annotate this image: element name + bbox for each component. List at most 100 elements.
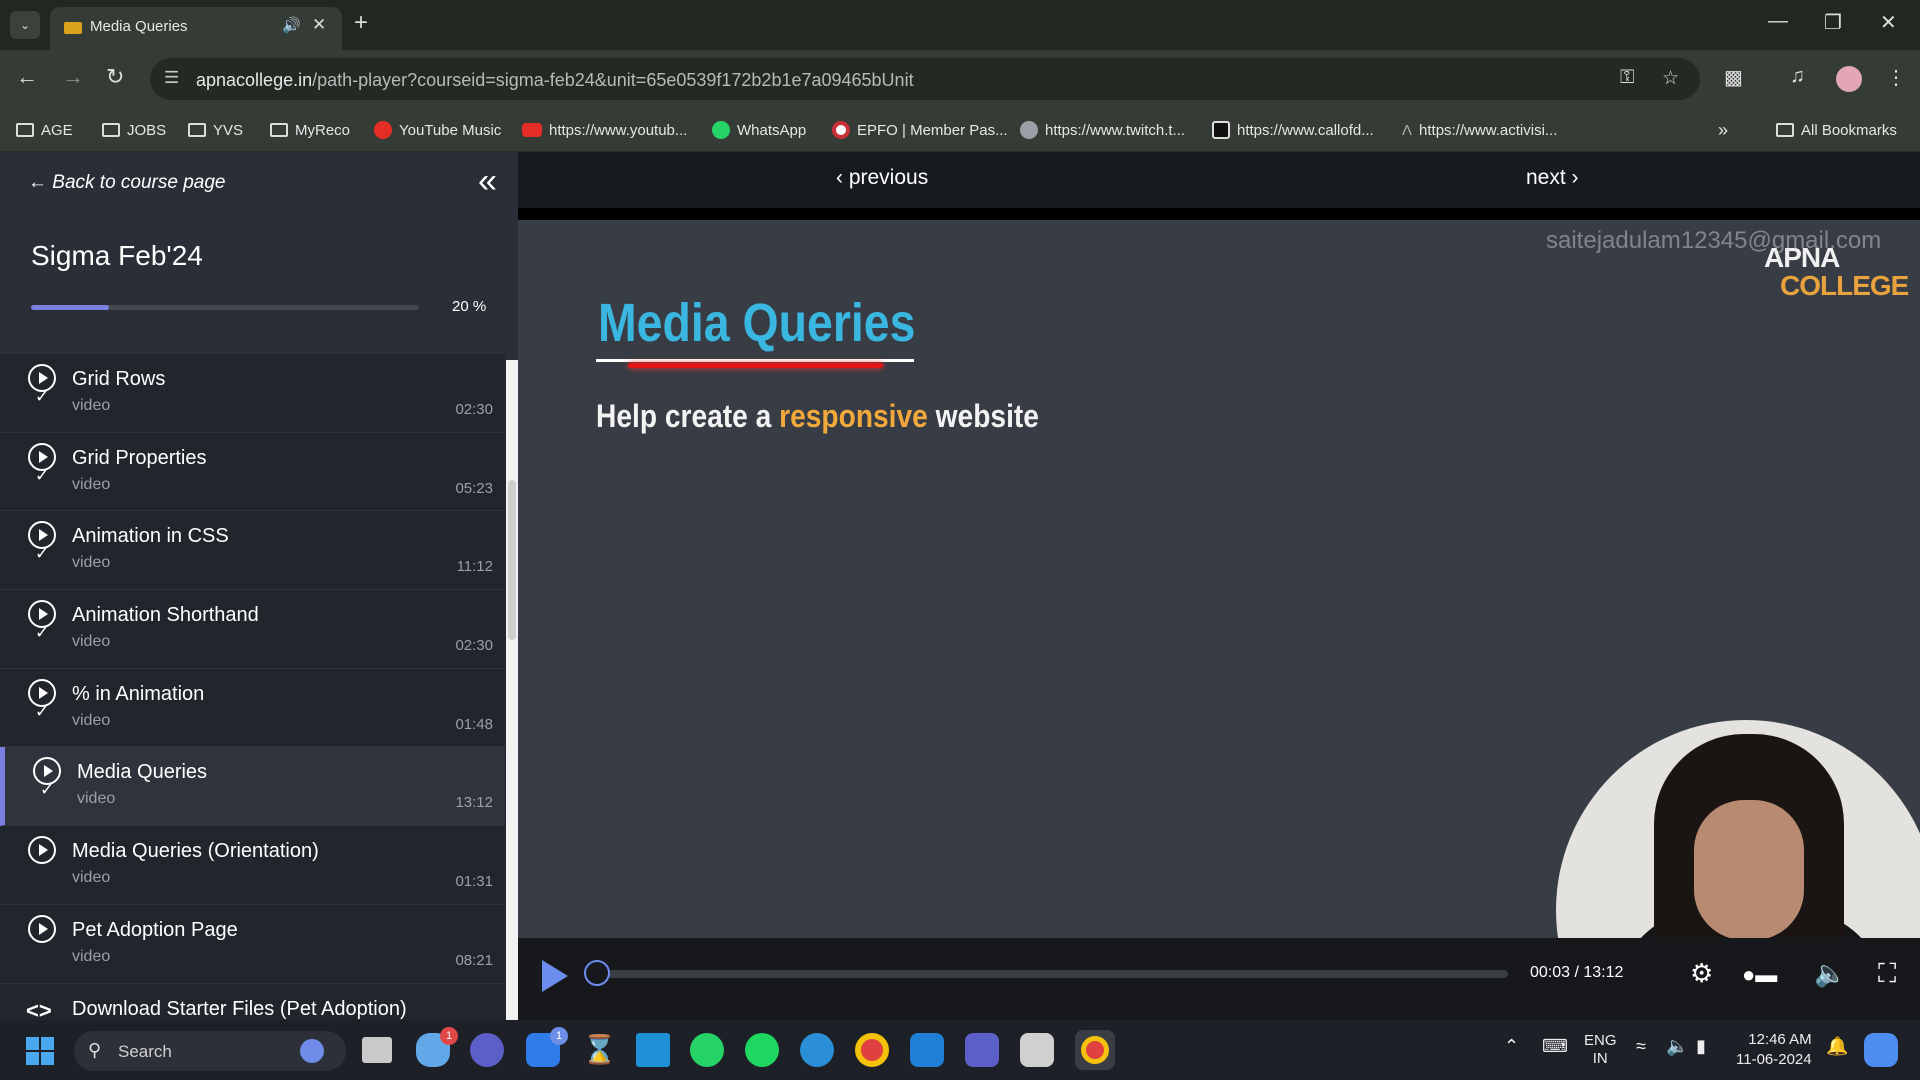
more-bookmarks-chevron-icon[interactable]: » — [1718, 108, 1728, 152]
tab-strip: ⌄ Media Queries 🔊 ✕ + — ❐ ✕ — [0, 0, 1920, 50]
lesson-type: video — [77, 790, 116, 808]
onedrive-icon[interactable]: 1 — [416, 1027, 458, 1067]
keyboard-icon[interactable]: ⌨ — [1542, 1036, 1568, 1057]
sidebar-scrollbar[interactable] — [506, 360, 518, 1020]
lesson-title: Animation Shorthand — [72, 604, 259, 627]
lesson-item[interactable]: ✓ Grid Properties video 05:23 — [0, 432, 505, 512]
check-icon: ✓ — [40, 780, 55, 800]
lesson-item[interactable]: Pet Adoption Page video 08:21 — [0, 904, 505, 984]
copilot-icon[interactable] — [1864, 1033, 1898, 1067]
file-explorer-icon[interactable] — [362, 1037, 392, 1063]
hourglass-icon[interactable]: ⌛ — [582, 1033, 617, 1067]
play-icon[interactable] — [542, 960, 568, 992]
video-frame[interactable]: saitejadulam12345@gmail.com APNA COLLEGE… — [518, 220, 1920, 938]
snipping-tool-icon[interactable] — [1020, 1033, 1054, 1067]
bookmark-star-icon[interactable]: ☆ — [1662, 67, 1679, 90]
lesson-title: Media Queries (Orientation) — [72, 840, 319, 863]
extensions-icon[interactable]: ▩ — [1724, 65, 1743, 90]
taskbar-search[interactable]: ⚲ Search — [74, 1031, 346, 1071]
restore-button[interactable]: ❐ — [1824, 10, 1842, 35]
seek-bar[interactable] — [596, 970, 1508, 978]
url-text[interactable]: apnacollege.in/path-player?courseid=sigm… — [196, 70, 914, 91]
site-info-icon[interactable]: ☰ — [164, 68, 179, 88]
lesson-item[interactable]: ✓ Animation Shorthand video 02:30 — [0, 590, 505, 669]
forward-button[interactable]: → — [62, 64, 84, 90]
new-tab-button[interactable]: + — [354, 9, 368, 37]
arrow-left-icon: ← — [28, 172, 53, 193]
bookmark-whatsapp[interactable]: WhatsApp — [712, 108, 806, 152]
speaker-icon[interactable]: 🔈 — [1666, 1036, 1688, 1057]
check-icon: ✓ — [35, 701, 50, 721]
lesson-nav: ‹ previous next › — [518, 152, 1920, 208]
tab-media-queries[interactable]: Media Queries 🔊 ✕ — [50, 7, 342, 50]
next-button[interactable]: next › — [1526, 166, 1579, 190]
discord-icon[interactable] — [470, 1033, 504, 1067]
settings-gear-icon[interactable]: ⚙ — [1690, 958, 1713, 989]
back-to-course-link[interactable]: ← Back to course page — [28, 172, 226, 194]
epfo-icon — [832, 121, 850, 139]
teams-icon[interactable] — [965, 1033, 999, 1067]
apna-college-logo-line2: COLLEGE — [1780, 270, 1909, 301]
notification-bell-icon[interactable]: 🔔 — [1826, 1036, 1848, 1057]
minimize-button[interactable]: — — [1768, 10, 1788, 33]
seek-knob[interactable] — [584, 960, 610, 986]
tab-search-menu-button[interactable]: ⌄ — [10, 11, 40, 39]
tray-chevron-icon[interactable]: ⌃ — [1504, 1036, 1519, 1057]
bookmark-yvs[interactable]: YVS — [188, 108, 243, 152]
all-bookmarks[interactable]: All Bookmarks — [1776, 108, 1897, 152]
remote-desktop-icon[interactable] — [636, 1033, 670, 1067]
lesson-item[interactable]: Media Queries (Orientation) video 01:31 — [0, 826, 505, 905]
edge-icon[interactable] — [800, 1033, 834, 1067]
whatsapp-taskbar-icon[interactable] — [690, 1033, 724, 1067]
wifi-icon[interactable]: ≈ — [1636, 1036, 1646, 1057]
bookmark-activision[interactable]: Λhttps://www.activisi... — [1402, 108, 1557, 152]
battery-icon[interactable]: ▮ — [1696, 1036, 1706, 1057]
todo-icon[interactable]: 1 — [526, 1027, 568, 1067]
course-title: Sigma Feb'24 — [31, 240, 203, 271]
bookmark-youtube[interactable]: https://www.youtub... — [522, 108, 687, 152]
lesson-item[interactable]: ✓ Media Queries video 13:12 — [0, 747, 505, 827]
window-close-button[interactable]: ✕ — [1880, 10, 1897, 35]
audio-playing-icon[interactable]: 🔊 — [282, 16, 301, 34]
whatsapp-icon — [712, 121, 730, 139]
language-indicator[interactable]: ENG IN — [1584, 1032, 1617, 1068]
lesson-duration: 11:12 — [456, 558, 493, 576]
callofduty-icon — [1212, 121, 1230, 139]
lesson-item[interactable]: ✓ Animation in CSS video 11:12 — [0, 511, 505, 591]
bookmark-youtube-music[interactable]: YouTube Music — [374, 108, 501, 152]
bookmark-myreco[interactable]: MyReco — [270, 108, 350, 152]
back-button[interactable]: ← — [16, 64, 38, 90]
lesson-type: video — [72, 475, 111, 493]
fullscreen-icon[interactable]: ⛶ — [1878, 958, 1896, 990]
media-control-icon[interactable]: ♫ — [1790, 65, 1805, 88]
lesson-duration: 13:12 — [455, 794, 493, 812]
password-key-icon[interactable]: ⚿ — [1620, 67, 1634, 89]
bookmark-twitch[interactable]: https://www.twitch.t... — [1020, 108, 1185, 152]
volume-icon[interactable]: 🔈 — [1814, 958, 1846, 989]
address-bar[interactable]: ☰ apnacollege.in/path-player?courseid=si… — [150, 58, 1700, 100]
lesson-item[interactable]: ✓ Grid Rows video 02:30 — [0, 354, 505, 433]
bookmark-age[interactable]: AGE — [16, 108, 73, 152]
system-clock[interactable]: 12:46 AM 11-06-2024 — [1736, 1030, 1812, 1070]
spotify-icon[interactable] — [745, 1033, 779, 1067]
profile-avatar[interactable] — [1836, 66, 1862, 92]
vscode-icon[interactable] — [910, 1033, 944, 1067]
chrome-profile-active-icon[interactable] — [1075, 1030, 1115, 1070]
lesson-item[interactable]: <> Download Starter Files (Pet Adoption) — [0, 983, 505, 1020]
toggle-icon[interactable]: ●▬ — [1742, 962, 1777, 988]
tab-close-icon[interactable]: ✕ — [312, 15, 326, 35]
lesson-item[interactable]: ✓ % in Animation video 01:48 — [0, 668, 505, 748]
bookmark-epfo[interactable]: EPFO | Member Pas... — [832, 108, 1008, 152]
menu-icon[interactable]: ⋮ — [1886, 65, 1906, 90]
chrome-icon[interactable] — [855, 1033, 889, 1067]
bookmark-jobs[interactable]: JOBS — [102, 108, 166, 152]
windows-taskbar: ⚲ Search 1 1 ⌛ ⌃ ⌨ ENG IN ≈ 🔈 ▮ 12:46 AM 1… — [0, 1020, 1920, 1080]
scrollbar-thumb[interactable] — [508, 480, 516, 640]
bookmark-callofduty[interactable]: https://www.callofd... — [1212, 108, 1374, 152]
reload-button[interactable]: ↻ — [106, 64, 124, 90]
windows-start-icon[interactable] — [26, 1037, 54, 1065]
check-icon: ✓ — [35, 465, 50, 485]
previous-button[interactable]: ‹ previous — [836, 166, 928, 190]
collapse-sidebar-icon[interactable]: « — [478, 162, 497, 201]
divider — [518, 208, 1920, 220]
